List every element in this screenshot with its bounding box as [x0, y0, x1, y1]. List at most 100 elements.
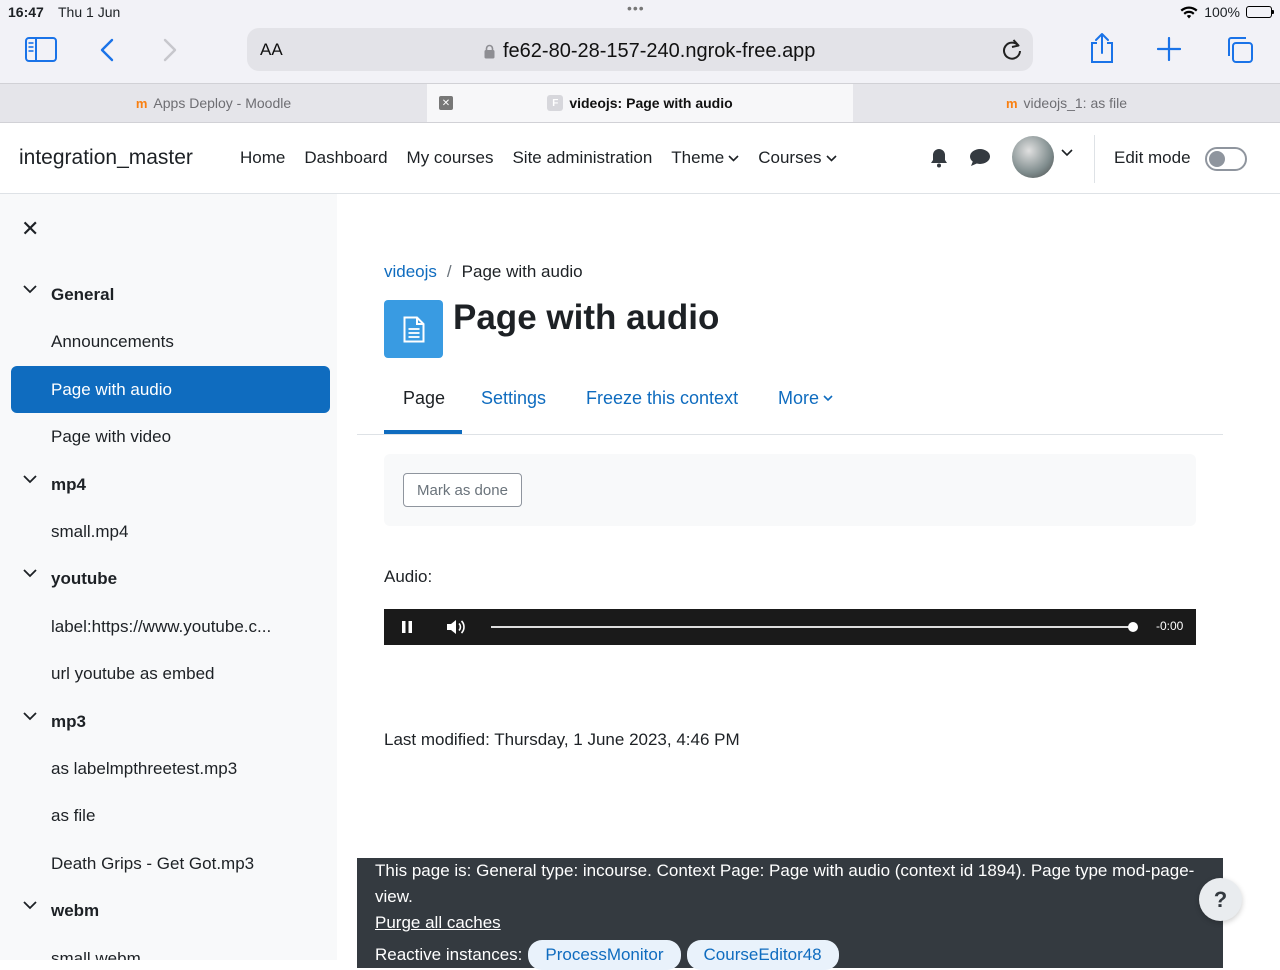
pause-icon[interactable] — [400, 617, 414, 637]
help-button[interactable]: ? — [1199, 878, 1242, 921]
drawer-item-label: Announcements — [51, 331, 174, 351]
drawer-item-label: small.webm — [51, 948, 141, 961]
drawer-item-label-https-www-youtube-c[interactable]: label:https://www.youtube.c... — [11, 603, 330, 650]
drawer-section-webm[interactable]: webm — [11, 887, 330, 934]
nav-home[interactable]: Home — [240, 148, 285, 168]
chevron-down-icon[interactable] — [23, 712, 37, 721]
chevron-down-icon[interactable] — [23, 901, 37, 910]
page-title: Page with audio — [453, 298, 720, 337]
drawer-item-label: label:https://www.youtube.c... — [51, 616, 272, 636]
drawer-item-death-grips-get-got-mp3[interactable]: Death Grips - Get Got.mp3 — [11, 840, 330, 887]
user-menu-chevron-down-icon[interactable] — [1061, 149, 1073, 157]
nav-site-administration[interactable]: Site administration — [512, 148, 652, 168]
battery-icon — [1246, 6, 1274, 18]
browser-tab-page-with-audio[interactable]: ✕ F videojs: Page with audio — [427, 84, 853, 122]
nav-theme[interactable]: Theme — [671, 148, 739, 168]
close-tab-icon[interactable]: ✕ — [439, 96, 453, 110]
drawer-item-label: Death Grips - Get Got.mp3 — [51, 853, 255, 873]
tab-more[interactable]: More — [778, 388, 833, 409]
multitasking-dots-icon[interactable]: ••• — [627, 0, 645, 16]
drawer-section-general[interactable]: General — [11, 271, 330, 318]
drawer-item-label: url youtube as embed — [51, 663, 215, 683]
tab-freeze-context[interactable]: Freeze this context — [586, 388, 738, 409]
drawer-item-label: as file — [51, 805, 96, 825]
tab-label: Apps Deploy - Moodle — [153, 95, 292, 111]
nav-courses-label: Courses — [758, 148, 822, 167]
drawer-item-small-webm[interactable]: small.webm — [11, 935, 330, 961]
chevron-down-icon[interactable] — [23, 475, 37, 484]
tab-label: videojs: Page with audio — [569, 95, 733, 111]
browser-tab-strip: m Apps Deploy - Moodle ✕ F videojs: Page… — [0, 83, 1280, 123]
tab-page[interactable]: Page — [403, 388, 445, 409]
chevron-down-icon[interactable] — [23, 569, 37, 578]
nav-dashboard[interactable]: Dashboard — [304, 148, 387, 168]
nav-my-courses[interactable]: My courses — [407, 148, 494, 168]
site-brand[interactable]: integration_master — [19, 146, 193, 170]
active-tab-indicator — [384, 430, 462, 434]
nav-theme-label: Theme — [671, 148, 725, 167]
mark-as-done-button[interactable]: Mark as done — [403, 473, 522, 507]
reactive-instances: Reactive instances: ProcessMonitor Cours… — [375, 940, 1205, 970]
chevron-down-icon[interactable] — [23, 285, 37, 294]
chevron-down-icon — [825, 154, 837, 162]
drawer-item-small-mp4[interactable]: small.mp4 — [11, 508, 330, 555]
drawer-item-as-file[interactable]: as file — [11, 792, 330, 839]
drawer-section-youtube[interactable]: youtube — [11, 555, 330, 602]
audio-label: Audio: — [384, 567, 433, 586]
battery-percent: 100% — [1204, 4, 1240, 20]
drawer-item-label: mp3 — [51, 711, 86, 731]
drawer-item-announcements[interactable]: Announcements — [11, 318, 330, 365]
status-right: 100% — [1180, 4, 1274, 20]
purge-caches-link[interactable]: Purge all caches — [375, 913, 501, 932]
drawer-item-url-youtube-as-embed[interactable]: url youtube as embed — [11, 650, 330, 697]
reactive-instance-button[interactable]: CourseEditor48 — [686, 940, 839, 970]
tab-settings[interactable]: Settings — [481, 388, 546, 409]
messages-icon[interactable] — [969, 148, 991, 167]
drawer-item-page-with-video[interactable]: Page with video — [11, 413, 330, 460]
notification-bell-icon[interactable] — [929, 147, 949, 168]
text-size-button[interactable]: AA — [260, 40, 283, 60]
edit-mode-label: Edit mode — [1114, 148, 1191, 167]
back-icon[interactable] — [99, 38, 115, 62]
browser-toolbar: AA fe62-80-28-157-240.ngrok-free.app — [0, 24, 1280, 83]
browser-tab-as-file[interactable]: m videojs_1: as file — [853, 84, 1280, 122]
debug-footer-panel: This page is: General type: incourse. Co… — [357, 858, 1223, 970]
secondary-navigation: Page Settings Freeze this context More — [357, 372, 1223, 435]
breadcrumb-course-link[interactable]: videojs — [384, 262, 437, 282]
address-url[interactable]: fe62-80-28-157-240.ngrok-free.app — [484, 40, 815, 63]
drawer-item-label: webm — [51, 900, 100, 920]
moodle-navbar: integration_master Home Dashboard My cou… — [0, 123, 1280, 194]
user-avatar[interactable] — [1012, 136, 1054, 178]
page-favicon-icon: F — [547, 95, 564, 111]
status-date: Thu 1 Jun — [58, 4, 121, 20]
audio-progress-track[interactable] — [491, 626, 1131, 628]
drawer-section-mp4[interactable]: mp4 — [11, 461, 330, 508]
drawer-section-mp3[interactable]: mp3 — [11, 698, 330, 745]
page-resource-icon — [384, 300, 443, 358]
nav-courses[interactable]: Courses — [758, 148, 837, 168]
primary-navigation: Home Dashboard My courses Site administr… — [240, 148, 837, 168]
drawer-item-page-with-audio[interactable]: Page with audio — [11, 366, 330, 413]
lock-icon — [484, 44, 495, 59]
reactive-instance-button[interactable]: ProcessMonitor — [528, 940, 681, 970]
reload-icon[interactable] — [1001, 37, 1023, 66]
sidebar-toggle-icon[interactable] — [25, 37, 57, 62]
share-icon[interactable] — [1088, 32, 1116, 64]
audio-player: -0:00 — [384, 609, 1196, 645]
moodle-favicon-icon: m — [1005, 95, 1018, 111]
tab-overview-icon[interactable] — [1225, 35, 1254, 64]
edit-mode-toggle[interactable] — [1205, 147, 1247, 171]
navbar-divider — [1094, 135, 1095, 183]
close-drawer-icon[interactable]: ✕ — [21, 216, 39, 242]
drawer-item-label: Page with audio — [51, 379, 172, 399]
url-text: fe62-80-28-157-240.ngrok-free.app — [503, 40, 816, 62]
drawer-item-as-labelmpthreetest-mp3[interactable]: as labelmpthreetest.mp3 — [11, 745, 330, 792]
volume-icon[interactable] — [445, 617, 465, 637]
audio-progress-handle[interactable] — [1128, 622, 1138, 632]
new-tab-icon[interactable] — [1157, 37, 1181, 61]
address-bar[interactable]: AA fe62-80-28-157-240.ngrok-free.app — [247, 28, 1033, 71]
forward-icon[interactable] — [162, 38, 178, 62]
audio-remaining-time: -0:00 — [1156, 619, 1184, 633]
breadcrumb-current: Page with audio — [461, 262, 583, 281]
browser-tab-apps-deploy[interactable]: m Apps Deploy - Moodle — [0, 84, 427, 122]
